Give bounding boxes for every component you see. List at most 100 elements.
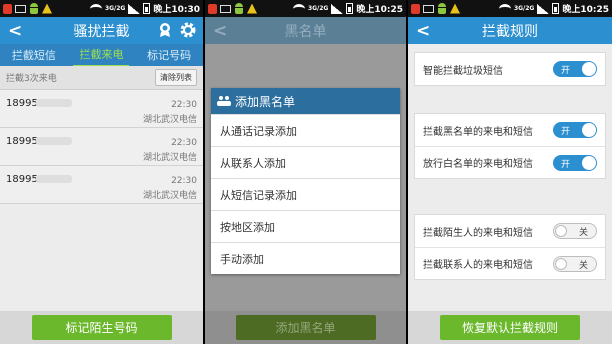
dialog-header: 添加黑名单 (211, 88, 400, 114)
rule-label: 智能拦截垃圾短信 (423, 65, 503, 77)
rule-group-people: 拦截陌生人的来电和短信 关 拦截联系人的来电和短信 关 (414, 214, 606, 280)
title-bar: < 黑名单 (205, 17, 406, 44)
option-from-sms-log[interactable]: 从短信记录添加 (211, 178, 400, 210)
signal-icon (537, 3, 550, 14)
caller-number: 18995 (6, 174, 38, 185)
clock: 晚上10:30 (153, 5, 200, 15)
network-type: 3G/2G (104, 4, 126, 12)
masked-number (36, 137, 72, 145)
android-icon (437, 3, 447, 14)
masked-number (36, 175, 72, 183)
tab-bar: 拦截短信 拦截来电 标记号码 (0, 43, 203, 67)
bottom-bar: 添加黑名单 (205, 311, 406, 344)
clock: 晚上10:25 (562, 5, 609, 15)
call-time: 22:30 (171, 100, 197, 110)
block-blacklist-toggle[interactable]: 开 (553, 122, 597, 138)
page-title: 骚扰拦截 (73, 23, 130, 40)
call-time: 22:30 (171, 138, 197, 148)
list-item[interactable]: 18995 22:30 湖北武汉电信 (0, 90, 203, 128)
tab-blocked-calls[interactable]: 拦截来电 (73, 43, 130, 67)
back-button[interactable]: < (8, 21, 22, 41)
screen-harassment-block: 3G/2G 晚上10:30 < 骚扰拦截 拦截短信 拦截来电 标记号码 拦截3次… (0, 0, 203, 344)
option-from-call-log[interactable]: 从通话记录添加 (211, 114, 400, 146)
option-manual-add[interactable]: 手动添加 (211, 242, 400, 274)
tab-marked-numbers[interactable]: 标记号码 (141, 44, 197, 66)
rule-row: 拦截联系人的来电和短信 关 (415, 247, 605, 279)
status-bar: 3G/2G 晚上10:30 (0, 0, 203, 17)
option-by-region[interactable]: 按地区添加 (211, 210, 400, 242)
signal-icon (128, 3, 141, 14)
tab-blocked-sms[interactable]: 拦截短信 (6, 44, 62, 66)
call-list: 18995 22:30 湖北武汉电信 18995 22:30 湖北武汉电信 18… (0, 90, 203, 204)
smart-spam-sms-toggle[interactable]: 开 (553, 61, 597, 77)
android-icon (234, 3, 244, 14)
rule-row: 智能拦截垃圾短信 开 (415, 53, 605, 85)
screen-blacklist: 3G/2G 晚上10:25 < 黑名单 添加黑名单 从通话记录添加 从联系人添加… (205, 0, 406, 344)
mark-unknown-number-button[interactable]: 标记陌生号码 (31, 315, 172, 340)
page-title: 黑名单 (284, 23, 327, 40)
android-icon (29, 3, 39, 14)
status-bar: 3G/2G 晚上10:25 (408, 0, 612, 17)
wifi-icon (89, 3, 102, 14)
add-blacklist-button[interactable]: 添加黑名单 (235, 315, 376, 340)
contacts-icon (217, 96, 231, 106)
message-icon (423, 4, 434, 13)
allow-whitelist-toggle[interactable]: 开 (553, 154, 597, 171)
warning-icon (247, 3, 257, 14)
badge-icon[interactable] (157, 22, 173, 38)
bottom-bar: 恢复默认拦截规则 (408, 311, 612, 344)
list-item[interactable]: 18995 22:30 湖北武汉电信 (0, 166, 203, 204)
back-button[interactable]: < (416, 21, 430, 41)
caller-number: 18995 (6, 98, 38, 109)
block-strangers-toggle[interactable]: 关 (553, 223, 597, 239)
network-type: 3G/2G (513, 4, 535, 12)
network-type: 3G/2G (307, 4, 329, 12)
add-blacklist-dialog: 添加黑名单 从通话记录添加 从联系人添加 从短信记录添加 按地区添加 手动添加 (211, 88, 400, 274)
rule-label: 放行白名单的来电和短信 (423, 159, 533, 170)
screen-block-rules: 3G/2G 晚上10:25 < 拦截规则 智能拦截垃圾短信 开 拦截黑名单的来电… (408, 0, 612, 344)
caller-number: 18995 (6, 136, 38, 147)
rule-row: 放行白名单的来电和短信 开 (415, 146, 605, 178)
rule-group-lists: 拦截黑名单的来电和短信 开 放行白名单的来电和短信 开 (414, 113, 606, 179)
masked-number (36, 99, 72, 107)
warning-icon (42, 3, 52, 14)
call-time: 22:30 (171, 176, 197, 186)
back-button[interactable]: < (213, 21, 227, 41)
caller-location: 湖北武汉电信 (142, 115, 197, 125)
signal-icon (331, 3, 344, 14)
rule-label: 拦截联系人的来电和短信 (423, 260, 533, 271)
message-icon (220, 4, 231, 13)
blocked-count-label: 拦截3次来电 (6, 74, 57, 84)
clock: 晚上10:25 (356, 5, 403, 15)
wifi-icon (498, 3, 511, 14)
caller-location: 湖北武汉电信 (142, 153, 197, 163)
dialog-title: 添加黑名单 (235, 94, 296, 109)
caller-location: 湖北武汉电信 (142, 191, 197, 201)
warning-icon (450, 3, 460, 14)
notification-icon (3, 3, 12, 14)
clear-list-button[interactable]: 清除列表 (155, 69, 197, 86)
title-bar: < 拦截规则 (408, 17, 612, 44)
notification-icon (208, 3, 217, 14)
rule-label: 拦截黑名单的来电和短信 (423, 126, 533, 138)
notification-icon (411, 3, 420, 14)
rule-row: 拦截陌生人的来电和短信 关 (415, 215, 605, 247)
option-from-contacts[interactable]: 从联系人添加 (211, 146, 400, 178)
list-item[interactable]: 18995 22:30 湖北武汉电信 (0, 128, 203, 166)
rule-row: 拦截黑名单的来电和短信 开 (415, 114, 605, 146)
rule-label: 拦截陌生人的来电和短信 (423, 227, 533, 239)
title-bar: < 骚扰拦截 (0, 17, 203, 44)
gear-icon[interactable] (180, 22, 196, 38)
battery-icon (552, 3, 560, 14)
battery-icon (143, 3, 151, 14)
page-title: 拦截规则 (482, 23, 538, 40)
status-bar: 3G/2G 晚上10:25 (205, 0, 406, 17)
block-contacts-toggle[interactable]: 关 (553, 255, 597, 272)
wifi-icon (292, 3, 305, 14)
rule-group-smart: 智能拦截垃圾短信 开 (414, 52, 606, 86)
restore-default-rules-button[interactable]: 恢复默认拦截规则 (440, 315, 580, 340)
list-header: 拦截3次来电 清除列表 (0, 66, 203, 90)
bottom-bar: 标记陌生号码 (0, 311, 203, 344)
message-icon (15, 4, 26, 13)
battery-icon (346, 3, 354, 14)
